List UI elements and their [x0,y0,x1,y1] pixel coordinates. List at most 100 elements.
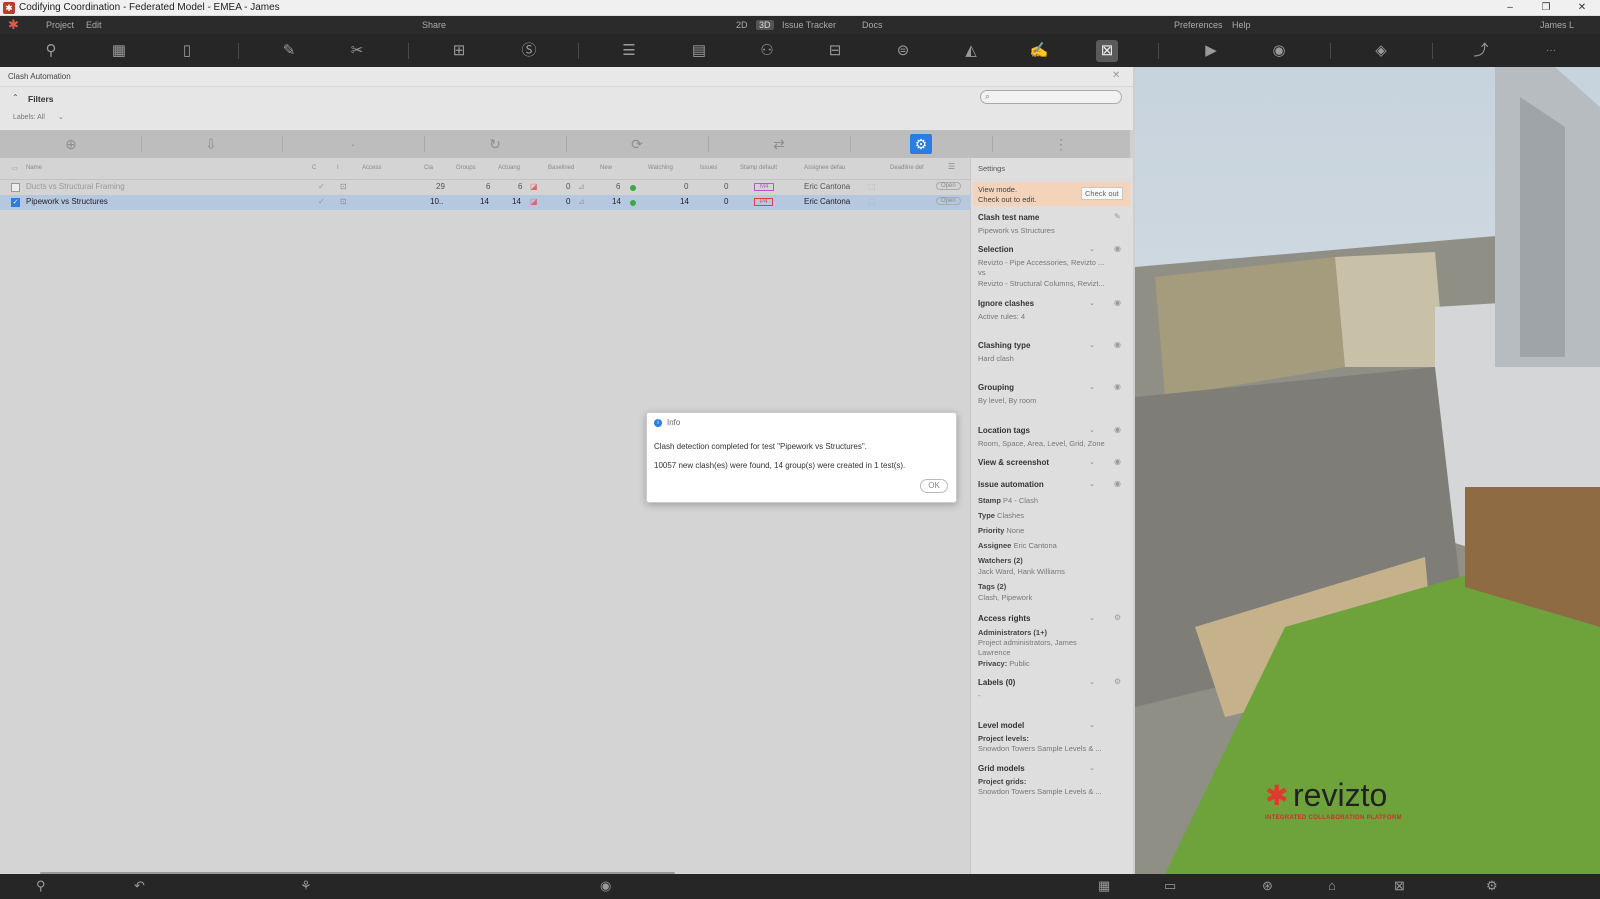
chevron-down-icon[interactable]: ⌄ [1089,764,1095,772]
labels-filter-dropdown[interactable]: Labels: All [13,114,45,121]
user-name[interactable]: James L [1540,20,1574,30]
col-issues[interactable]: Issues [700,165,717,171]
import-icon[interactable]: ⇩ [200,134,222,154]
edit-pencil-icon[interactable]: ✎ [1114,212,1121,221]
menu-preferences[interactable]: Preferences [1174,20,1223,30]
restore-button[interactable]: ❐ [1528,0,1564,16]
col-name[interactable]: Name [26,165,42,171]
visibility-eye-icon[interactable]: ◉ [600,879,611,893]
chevron-down-icon[interactable]: ⌄ [1089,458,1095,466]
col-c[interactable]: C [312,165,316,171]
add-issue-icon[interactable]: ⊞ [448,40,470,62]
open-button[interactable]: Open [936,197,961,205]
refresh-icon[interactable]: ⟳ [626,134,648,154]
search-input[interactable] [997,92,1117,102]
row-checkbox[interactable] [11,183,20,192]
col-watching[interactable]: Watching [648,165,673,171]
level-model-label[interactable]: Level model [978,721,1024,730]
chevron-down-icon[interactable]: ⌄ [1089,480,1095,488]
properties-icon[interactable]: ▤ [688,40,710,62]
markup-icon[interactable]: ✍ [1028,40,1050,62]
undo-icon[interactable]: ↶ [134,879,145,893]
col-deadline-default[interactable]: Deadline def [890,165,924,171]
sheet-icon[interactable]: ▯ [176,40,198,62]
eye-icon[interactable]: ◉ [1114,298,1121,307]
location-pin-icon[interactable]: ⚲ [40,40,62,62]
screen-icon[interactable]: ▭ [1164,879,1176,893]
chevron-down-icon[interactable]: ⌄ [1089,678,1095,686]
eye-icon[interactable]: ◉ [1114,457,1121,466]
menu-docs[interactable]: Docs [862,20,883,30]
grid-models-label[interactable]: Grid models [978,764,1025,773]
menu-edit[interactable]: Edit [86,20,102,30]
chevron-down-icon[interactable]: ⌄ [1089,426,1095,434]
col-baselined[interactable]: Baselined [548,165,574,171]
selection-label[interactable]: Selection [978,245,1014,254]
chevron-down-icon[interactable]: ⌄ [1089,614,1095,622]
stamp-icon[interactable]: Ⓢ [518,40,540,62]
export-icon[interactable]: ⤴ [1470,40,1492,62]
menu-issue-tracker[interactable]: Issue Tracker [782,20,836,30]
cube-icon[interactable]: ◈ [1370,40,1392,62]
labels-label[interactable]: Labels (0) [978,678,1015,687]
col-stamp-default[interactable]: Stamp default [740,165,777,171]
col-assignee-default[interactable]: Assignee defau [804,165,845,171]
view-2d-toggle[interactable]: 2D [736,20,748,30]
grid-view-icon[interactable]: ▦ [1098,879,1110,893]
chevron-down-icon[interactable]: ⌄ [1089,341,1095,349]
orbit-icon[interactable]: ⊛ [1262,879,1273,893]
autorun-icon[interactable]: ⊡ [340,197,347,206]
table-row[interactable]: ✓ Pipework vs Structures ✓ ⊡ 10.. 14 14 … [0,195,970,210]
chevron-down-icon[interactable]: ⌄ [1089,721,1095,729]
filters-label[interactable]: Filters [28,94,54,104]
layers-icon[interactable]: ☰ [618,40,640,62]
row-stamp[interactable]: P4 [754,198,774,206]
section-icon[interactable]: ⊠ [1394,879,1405,893]
eye-icon[interactable]: ◉ [1114,340,1121,349]
3d-viewport[interactable]: ✱ revizto INTEGRATED COLLABORATION PLATF… [1135,67,1600,874]
clash-automation-icon[interactable]: ⊠ [1096,40,1118,62]
chevron-down-icon[interactable]: ⌄ [1089,299,1095,307]
binoculars-icon[interactable]: ⚇ [756,40,778,62]
settings-icon[interactable]: ⚙ [1486,879,1498,893]
measure-ruler-icon[interactable]: ✎ [278,40,300,62]
close-window-button[interactable]: ✕ [1564,0,1600,16]
settings-gear-icon[interactable]: ⚙ [910,134,932,154]
issue-automation-label[interactable]: Issue automation [978,480,1044,489]
paint-bucket-icon[interactable]: ◭ [960,40,982,62]
view-screenshot-label[interactable]: View & screenshot [978,458,1049,467]
eye-icon[interactable]: ◉ [1114,425,1121,434]
col-active[interactable]: Actuang [498,165,520,171]
eye-icon[interactable]: ◉ [1114,479,1121,488]
video-icon[interactable]: ▶ [1200,40,1222,62]
location-pin-icon[interactable]: ⚲ [36,879,46,893]
menu-share[interactable]: Share [422,20,446,30]
col-access[interactable]: Access [362,165,381,171]
collapse-chevron-icon[interactable]: ⌃ [12,93,19,102]
col-clashes[interactable]: Cla [424,165,433,171]
chevron-down-icon[interactable]: ⌄ [1089,383,1095,391]
col-new[interactable]: New [600,165,612,171]
ignore-clashes-label[interactable]: Ignore clashes [978,299,1034,308]
ok-button[interactable]: OK [920,479,948,493]
run-test-icon[interactable]: ↻ [484,134,506,154]
row-checkbox[interactable]: ✓ [11,198,20,207]
search-sets-icon[interactable]: ⊜ [892,40,914,62]
cut-icon[interactable]: ✂ [346,40,368,62]
deadline-placeholder-icon[interactable]: ⬚ [868,182,876,191]
menu-project[interactable]: Project [46,20,74,30]
close-panel-icon[interactable]: ✕ [1112,70,1120,81]
access-rights-label[interactable]: Access rights [978,614,1030,623]
open-button[interactable]: Open [936,182,961,190]
walk-mode-icon[interactable]: ⚘ [300,879,312,893]
map-icon[interactable]: ▦ [108,40,130,62]
view-3d-toggle[interactable]: 3D [756,20,774,30]
row-stamp[interactable]: M4 [754,183,775,191]
select-all-checkbox[interactable]: ▭ [12,165,18,172]
clashing-type-label[interactable]: Clashing type [978,341,1030,350]
gear-icon[interactable]: ⚙ [1114,677,1121,686]
more-options-icon[interactable]: ⋮ [1050,134,1072,154]
search-box[interactable]: ⌕ [980,90,1122,104]
grouping-label[interactable]: Grouping [978,383,1014,392]
minimize-button[interactable]: – [1492,0,1528,16]
